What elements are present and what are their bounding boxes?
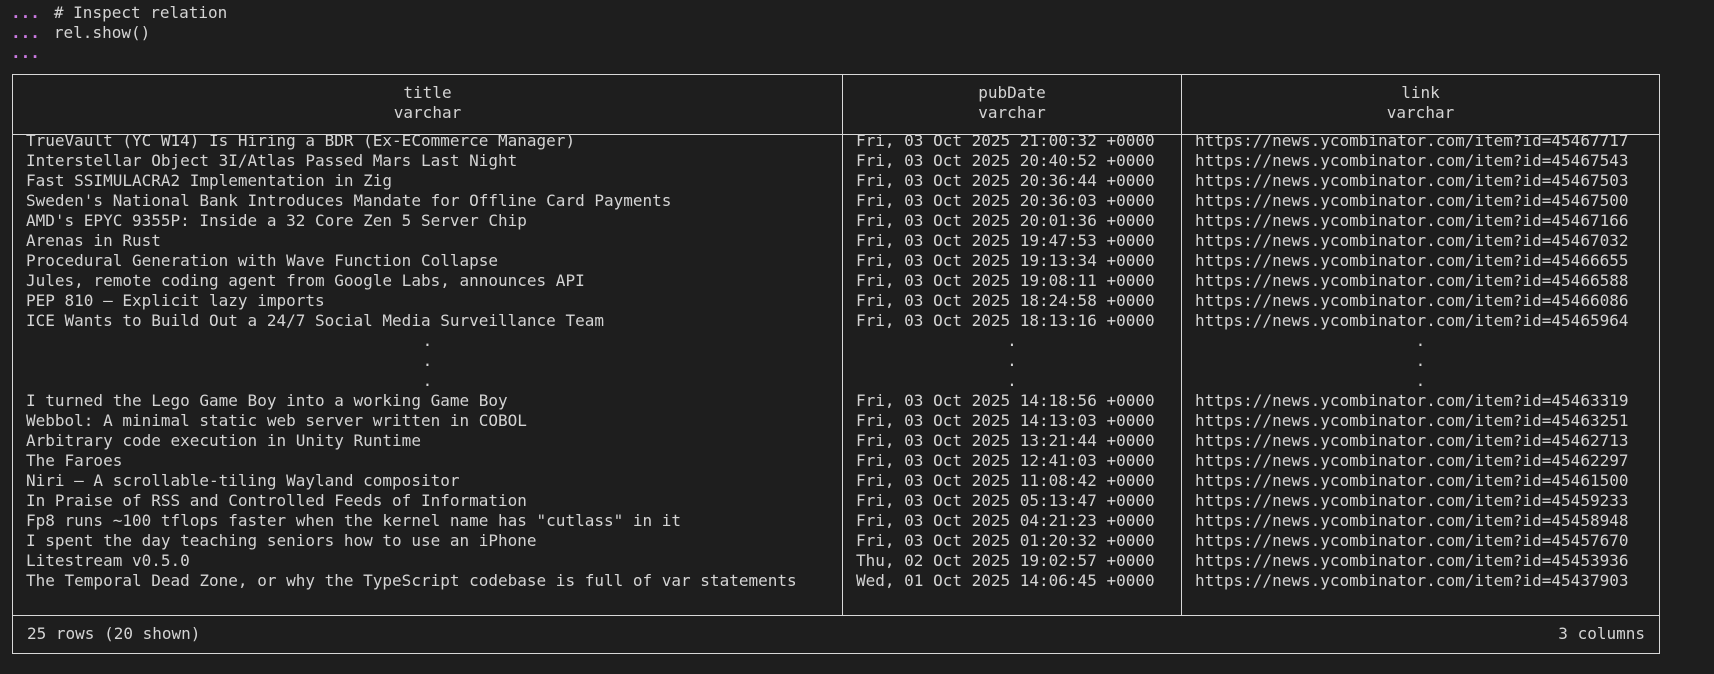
cell-link: https://news.ycombinator.com/item?id=454… <box>1195 291 1629 310</box>
cell-title: TrueVault (YC W14) Is Hiring a BDR (Ex-E… <box>26 131 576 150</box>
code-text: rel.show() <box>53 23 151 42</box>
cell-title: Litestream v0.5.0 <box>26 551 190 570</box>
cell-pubdate: Fri, 03 Oct 2025 05:13:47 +0000 <box>856 491 1155 510</box>
cell-link: https://news.ycombinator.com/item?id=454… <box>1195 231 1629 250</box>
cell-link: https://news.ycombinator.com/item?id=454… <box>1195 571 1629 590</box>
cell-title: Fast SSIMULACRA2 Implementation in Zig <box>26 171 393 190</box>
result-table: title varchar pubDate varchar link varch… <box>12 74 1660 654</box>
cell-link: https://news.ycombinator.com/item?id=454… <box>1195 151 1629 170</box>
column-type: varchar <box>978 103 1046 122</box>
cell-title: Arenas in Rust <box>26 231 161 250</box>
cell-link: https://news.ycombinator.com/item?id=454… <box>1195 191 1629 210</box>
cell-title: PEP 810 – Explicit lazy imports <box>26 291 325 310</box>
column-count: 3 columns <box>1558 624 1645 643</box>
cell-link: https://news.ycombinator.com/item?id=454… <box>1195 471 1629 490</box>
prompt-line: ... <box>11 43 54 63</box>
cell-title: I spent the day teaching seniors how to … <box>26 531 537 550</box>
cell-link: https://news.ycombinator.com/item?id=454… <box>1195 411 1629 430</box>
cell-title: Jules, remote coding agent from Google L… <box>26 271 585 290</box>
cell-link: https://news.ycombinator.com/item?id=454… <box>1195 511 1629 530</box>
continuation-prompt: ... <box>11 43 40 62</box>
cell-link: https://news.ycombinator.com/item?id=454… <box>1195 451 1629 470</box>
ellipsis-marker: . <box>1007 331 1017 350</box>
cell-title: The Faroes <box>26 451 123 470</box>
cell-title: Arbitrary code execution in Unity Runtim… <box>26 431 421 450</box>
cell-link: https://news.ycombinator.com/item?id=454… <box>1195 251 1629 270</box>
cell-link: https://news.ycombinator.com/item?id=454… <box>1195 491 1629 510</box>
cell-pubdate: Fri, 03 Oct 2025 01:20:32 +0000 <box>856 531 1155 550</box>
ellipsis-marker: . <box>1415 331 1426 350</box>
cell-title: I turned the Lego Game Boy into a workin… <box>26 391 508 410</box>
cell-pubdate: Fri, 03 Oct 2025 18:13:16 +0000 <box>856 311 1155 330</box>
cell-pubdate: Fri, 03 Oct 2025 14:18:56 +0000 <box>856 391 1155 410</box>
cell-pubdate: Fri, 03 Oct 2025 11:08:42 +0000 <box>856 471 1155 490</box>
code-text: # Inspect relation <box>53 3 228 22</box>
cell-link: https://news.ycombinator.com/item?id=454… <box>1195 171 1629 190</box>
cell-link: https://news.ycombinator.com/item?id=454… <box>1195 271 1629 290</box>
ellipsis-marker: . <box>1415 371 1426 390</box>
column-type: varchar <box>1386 103 1455 122</box>
ellipsis-marker: . <box>1007 371 1017 390</box>
continuation-prompt: ... <box>11 23 40 42</box>
column-header-pubdate: pubDate varchar <box>843 83 1181 123</box>
cell-pubdate: Fri, 03 Oct 2025 14:13:03 +0000 <box>856 411 1155 430</box>
column-header-link: link varchar <box>1182 83 1659 123</box>
cell-link: https://news.ycombinator.com/item?id=454… <box>1195 311 1629 330</box>
cell-title: Webbol: A minimal static web server writ… <box>26 411 527 430</box>
cell-title: Fp8 runs ~100 tflops faster when the ker… <box>26 511 682 530</box>
prompt-line: ... rel.show() <box>11 23 150 43</box>
cell-pubdate: Wed, 01 Oct 2025 14:06:45 +0000 <box>856 571 1155 590</box>
cell-link: https://news.ycombinator.com/item?id=454… <box>1195 531 1629 550</box>
cell-pubdate: Fri, 03 Oct 2025 18:24:58 +0000 <box>856 291 1155 310</box>
column-name: pubDate <box>978 83 1046 102</box>
ellipsis-marker: . <box>1415 351 1426 370</box>
cell-title: In Praise of RSS and Controlled Feeds of… <box>26 491 527 510</box>
column-name: link <box>1401 83 1440 102</box>
continuation-prompt: ... <box>11 3 40 22</box>
cell-pubdate: Fri, 03 Oct 2025 19:08:11 +0000 <box>856 271 1155 290</box>
cell-link: https://news.ycombinator.com/item?id=454… <box>1195 551 1629 570</box>
cell-title: Procedural Generation with Wave Function… <box>26 251 499 270</box>
cell-pubdate: Fri, 03 Oct 2025 19:13:34 +0000 <box>856 251 1155 270</box>
cell-title: Sweden's National Bank Introduces Mandat… <box>26 191 672 210</box>
cell-pubdate: Fri, 03 Oct 2025 20:36:03 +0000 <box>856 191 1155 210</box>
cell-pubdate: Fri, 03 Oct 2025 20:01:36 +0000 <box>856 211 1155 230</box>
column-name: title <box>403 83 452 102</box>
cell-link: https://news.ycombinator.com/item?id=454… <box>1195 391 1629 410</box>
ellipsis-marker: . <box>422 351 433 370</box>
cell-link: https://news.ycombinator.com/item?id=454… <box>1195 431 1629 450</box>
cell-pubdate: Fri, 03 Oct 2025 21:00:32 +0000 <box>856 131 1155 150</box>
column-type: varchar <box>393 103 462 122</box>
cell-pubdate: Fri, 03 Oct 2025 13:21:44 +0000 <box>856 431 1155 450</box>
cell-title: ICE Wants to Build Out a 24/7 Social Med… <box>26 311 604 330</box>
cell-pubdate: Fri, 03 Oct 2025 20:36:44 +0000 <box>856 171 1155 190</box>
cell-pubdate: Fri, 03 Oct 2025 04:21:23 +0000 <box>856 511 1155 530</box>
cell-pubdate: Fri, 03 Oct 2025 19:47:53 +0000 <box>856 231 1155 250</box>
cell-title: The Temporal Dead Zone, or why the TypeS… <box>26 571 797 590</box>
cell-pubdate: Thu, 02 Oct 2025 19:02:57 +0000 <box>856 551 1155 570</box>
cell-pubdate: Fri, 03 Oct 2025 12:41:03 +0000 <box>856 451 1155 470</box>
prompt-line: ... # Inspect relation <box>11 3 227 23</box>
ellipsis-marker: . <box>422 331 433 350</box>
column-header-title: title varchar <box>13 83 842 123</box>
cell-link: https://news.ycombinator.com/item?id=454… <box>1195 131 1629 150</box>
terminal-window: ... # Inspect relation... rel.show()... ti… <box>0 0 1714 674</box>
cell-title: Interstellar Object 3I/Atlas Passed Mars… <box>26 151 518 170</box>
cell-title: AMD's EPYC 9355P: Inside a 32 Core Zen 5… <box>26 211 527 230</box>
ellipsis-marker: . <box>1007 351 1017 370</box>
cell-title: Niri – A scrollable-tiling Wayland compo… <box>26 471 460 490</box>
cell-pubdate: Fri, 03 Oct 2025 20:40:52 +0000 <box>856 151 1155 170</box>
row-count: 25 rows (20 shown) <box>27 624 201 643</box>
footer-divider <box>13 615 1659 616</box>
ellipsis-marker: . <box>422 371 433 390</box>
cell-link: https://news.ycombinator.com/item?id=454… <box>1195 211 1629 230</box>
